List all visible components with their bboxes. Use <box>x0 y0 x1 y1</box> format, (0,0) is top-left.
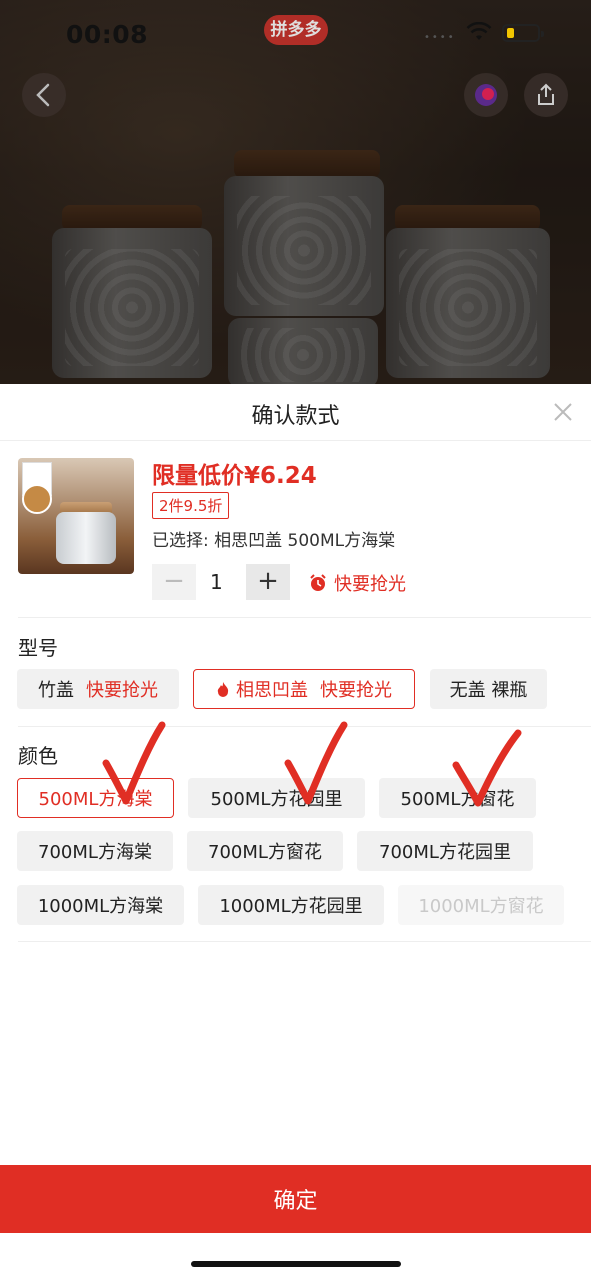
close-icon[interactable] <box>551 400 575 424</box>
share-icon <box>538 83 554 105</box>
price-label: 限量低价¥6.24 <box>152 463 317 489</box>
share-button[interactable] <box>524 73 568 117</box>
model-section-title: 型号 <box>18 636 58 660</box>
wifi-icon <box>466 22 492 40</box>
option-tag: 快要抢光 <box>86 680 158 701</box>
checkmark-annotation <box>102 721 166 805</box>
product-photo-background: 00:08 拼多多 •••• <box>0 0 591 384</box>
selected-summary: 已选择: 相思凹盖 500ML方海棠 <box>152 531 396 551</box>
checkmark-annotation <box>452 729 522 807</box>
discount-badge: 2件9.5折 <box>152 492 230 519</box>
stock-warning-text: 快要抢光 <box>334 574 406 595</box>
flame-icon <box>217 682 229 697</box>
overlay-dim <box>0 0 591 384</box>
home-indicator <box>191 1261 401 1267</box>
quantity-value: 1 <box>210 570 223 594</box>
model-option-acacia-lid[interactable]: 相思凹盖 快要抢光 <box>193 669 415 709</box>
shortcut-icon <box>475 84 497 106</box>
color-option[interactable]: 1000ML方海棠 <box>17 885 184 925</box>
sheet-title: 确认款式 <box>251 404 340 429</box>
color-option[interactable]: 700ML方花园里 <box>357 831 533 871</box>
quantity-decrement-button[interactable]: − <box>152 564 196 600</box>
signal-dots: •••• <box>424 32 456 43</box>
color-option-disabled: 1000ML方窗花 <box>398 885 564 925</box>
color-section-title: 颜色 <box>18 744 58 768</box>
quantity-increment-button[interactable]: + <box>246 564 290 600</box>
alarm-clock-icon <box>310 574 326 591</box>
product-thumbnail[interactable] <box>18 458 134 574</box>
back-icon <box>36 83 50 107</box>
option-label: 无盖 裸瓶 <box>449 680 528 701</box>
sheet-header: 确认款式 <box>0 384 591 441</box>
color-option[interactable]: 700ML方海棠 <box>17 831 173 871</box>
divider <box>18 617 591 618</box>
model-option-bamboo-lid[interactable]: 竹盖 快要抢光 <box>17 669 179 709</box>
options-sheet: 确认款式 限量低价¥6.24 2件9.5折 已选择: 相思凹盖 500ML方海棠… <box>0 384 591 1280</box>
shortcut-button[interactable] <box>464 73 508 117</box>
status-bar: 00:08 拼多多 •••• <box>0 15 591 52</box>
confirm-button[interactable]: 确定 <box>0 1165 591 1233</box>
option-tag: 快要抢光 <box>320 680 392 701</box>
color-option[interactable]: 700ML方窗花 <box>187 831 343 871</box>
color-option[interactable]: 1000ML方花园里 <box>198 885 384 925</box>
stock-warning: 快要抢光 <box>308 570 406 596</box>
back-button[interactable] <box>22 73 66 117</box>
battery-icon <box>502 24 544 42</box>
model-option-no-lid[interactable]: 无盖 裸瓶 <box>430 669 547 709</box>
option-label: 竹盖 <box>38 680 74 701</box>
divider <box>18 941 591 942</box>
status-time: 00:08 <box>66 20 149 49</box>
option-label: 相思凹盖 <box>236 680 308 701</box>
app-brand-badge: 拼多多 <box>264 15 328 45</box>
checkmark-annotation <box>284 721 348 805</box>
